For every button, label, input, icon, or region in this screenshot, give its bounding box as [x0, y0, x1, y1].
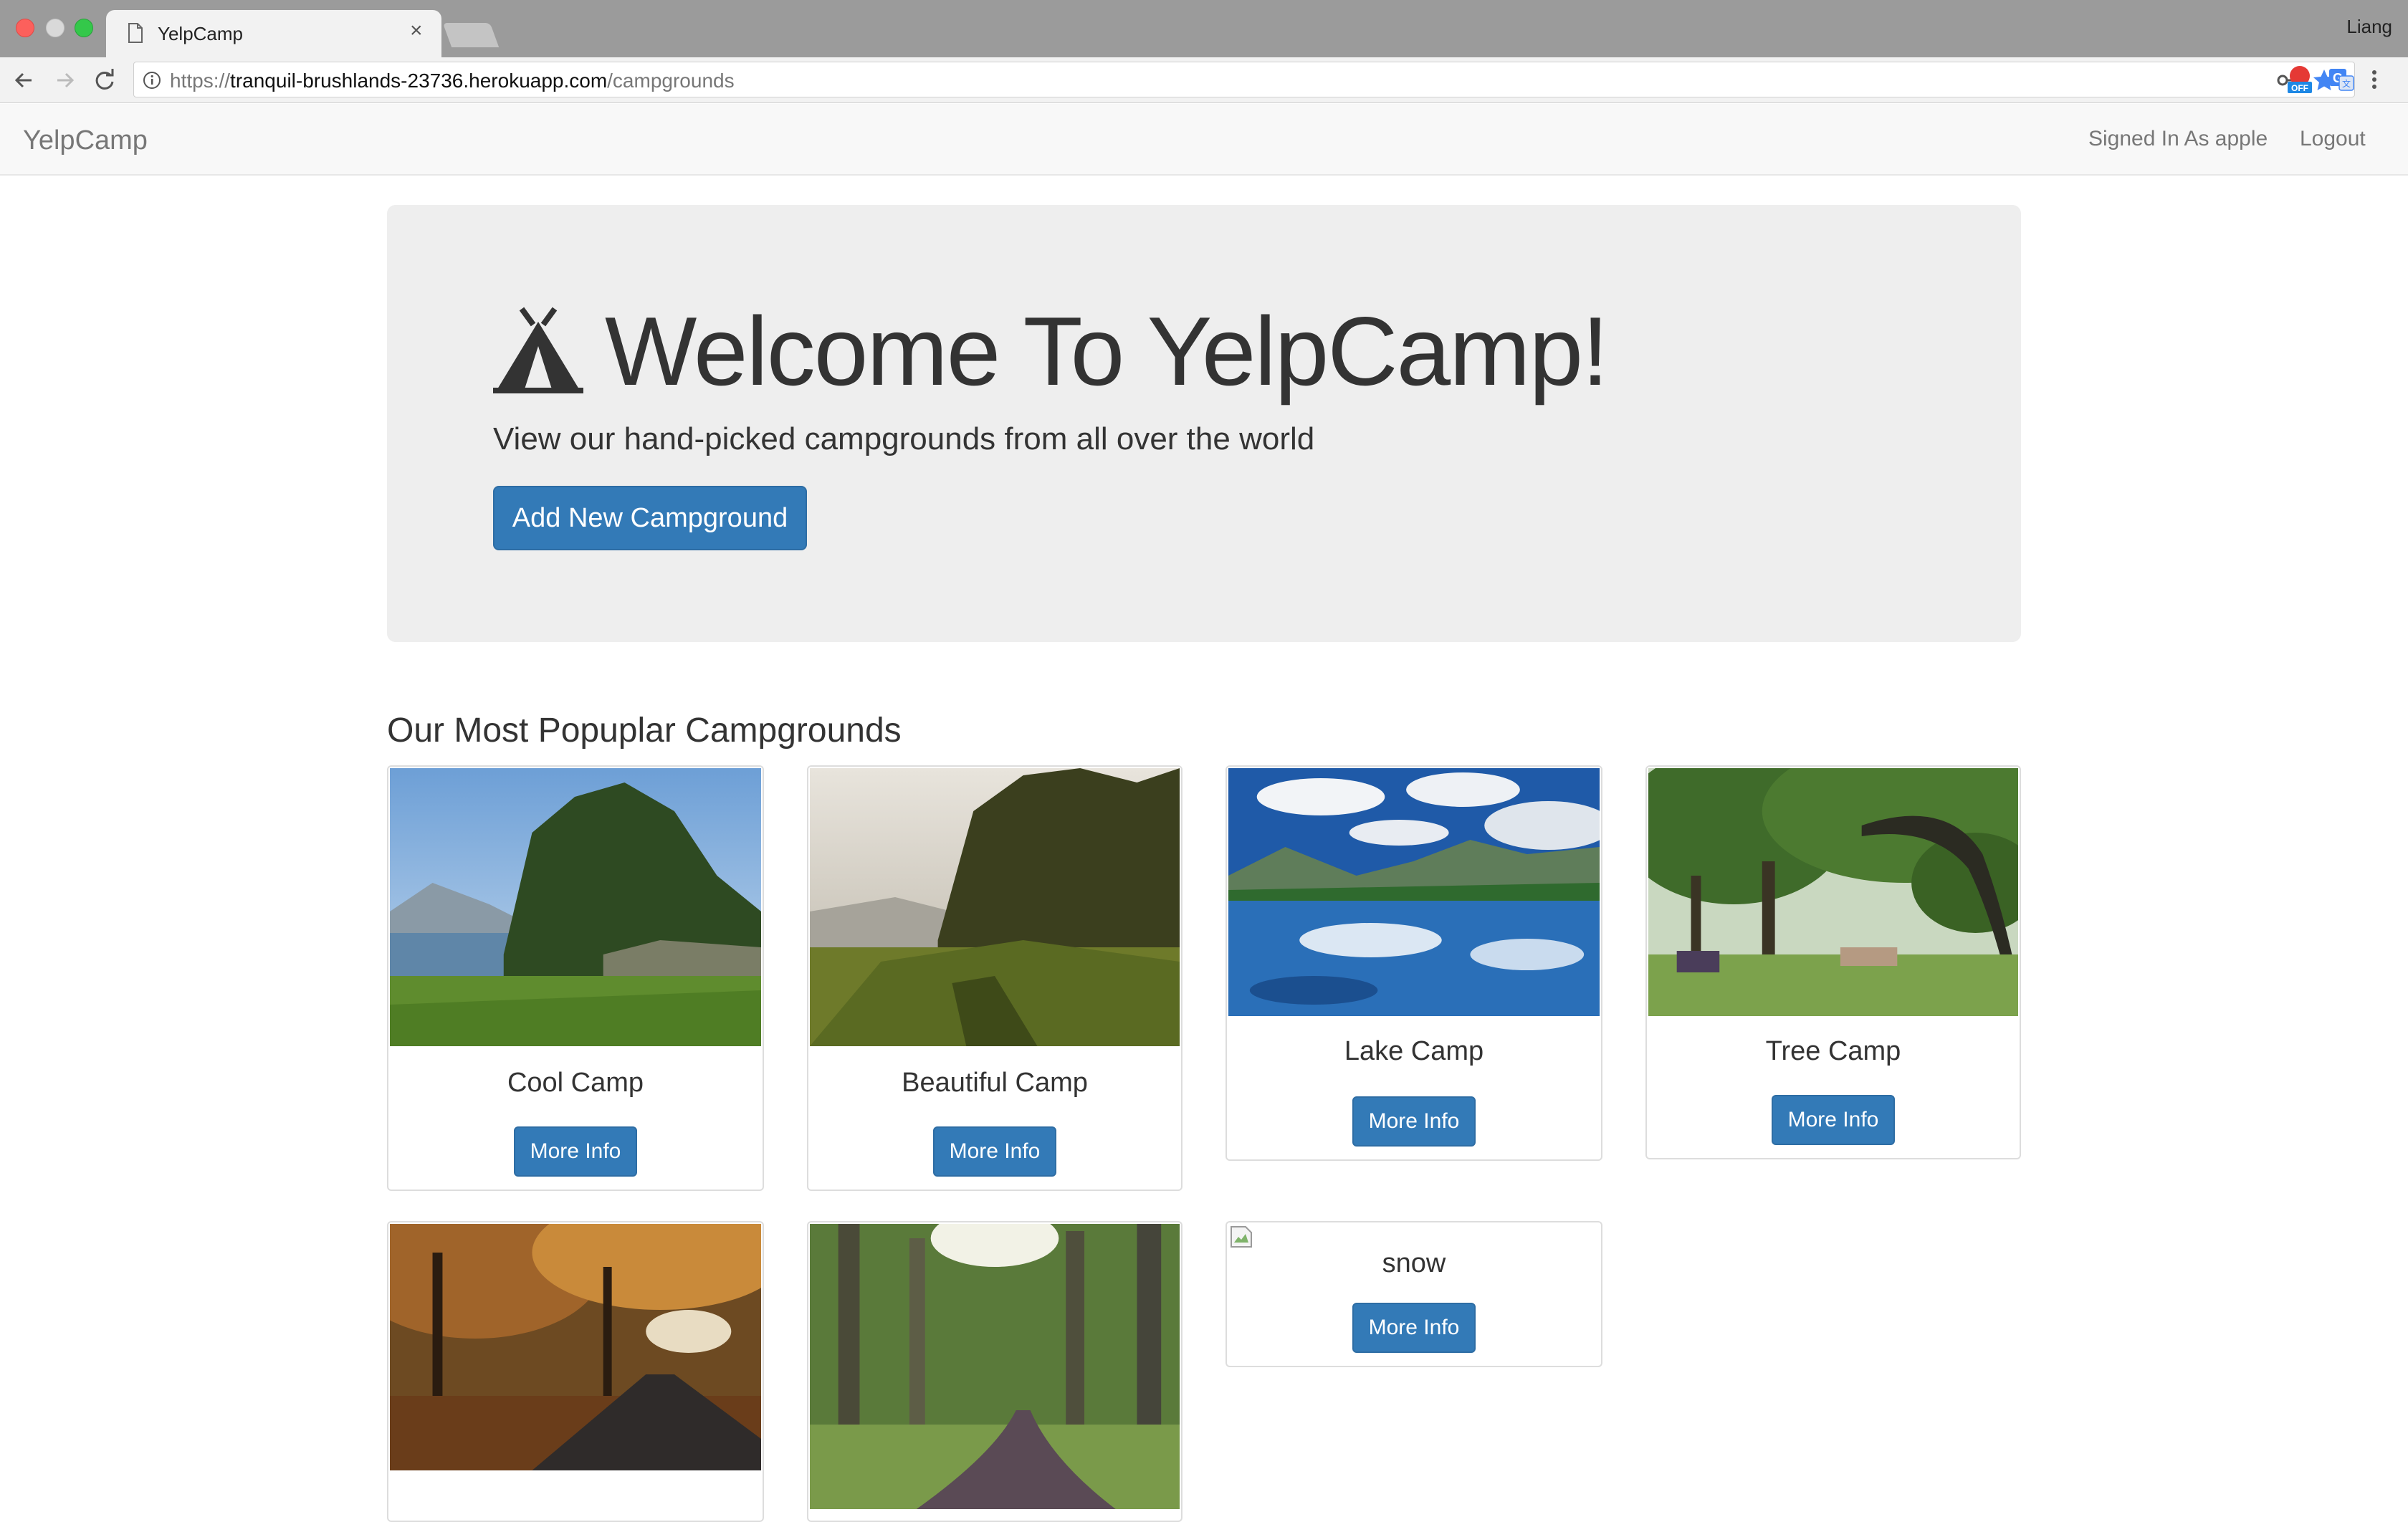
campground-card: Cool Camp More Info [387, 765, 764, 1191]
browser-tabstrip: YelpCamp × Liang [0, 0, 2408, 57]
translate-icon[interactable]: G 文 [2325, 63, 2358, 96]
mountain-lake-photo [1228, 768, 1600, 1016]
campground-card: Beautiful Camp More Info [807, 765, 1182, 1191]
section-title: Our Most Popuplar Campgrounds [387, 712, 902, 750]
arrow-right-icon [57, 72, 75, 88]
broken-image-icon [1231, 1226, 1252, 1248]
oak-trees-photo [1648, 768, 2018, 1016]
jumbotron-heading: Welcome To YelpCamp! [493, 294, 1609, 408]
document-icon [128, 23, 143, 43]
maximize-window-button[interactable] [75, 19, 93, 37]
jumbotron-subtitle: View our hand-picked campgrounds from al… [493, 421, 1315, 456]
address-bar[interactable]: https://tranquil-brushlands-23736.heroku… [133, 62, 2355, 97]
campground-name: Beautiful Camp [902, 1068, 1088, 1098]
tab-title: YelpCamp [158, 23, 244, 44]
url-text: https://tranquil-brushlands-23736.heroku… [170, 70, 735, 92]
minimize-window-button[interactable] [46, 19, 64, 37]
campground-name: Cool Camp [507, 1068, 644, 1098]
more-info-button[interactable]: More Info [514, 1126, 637, 1177]
close-window-button[interactable] [16, 19, 34, 37]
jumbotron: Welcome To YelpCamp! View our hand-picke… [387, 205, 2021, 642]
campground-card: Lake Camp More Info [1226, 765, 1602, 1161]
more-info-button[interactable]: More Info [1352, 1303, 1476, 1353]
menu-kebab-icon[interactable] [2364, 63, 2385, 96]
more-info-button[interactable]: More Info [1352, 1096, 1476, 1147]
page-title: Welcome To YelpCamp! [605, 297, 1609, 406]
url-path: /campgrounds [607, 70, 735, 92]
reload-icon [95, 69, 114, 90]
tent-icon [493, 307, 583, 393]
campground-name: Lake Camp [1344, 1036, 1484, 1066]
forest-path-photo [810, 1224, 1180, 1509]
svg-text:文: 文 [2342, 78, 2351, 89]
url-scheme: https:// [170, 70, 231, 92]
url-host: tranquil-brushlands-23736.herokuapp.com [230, 70, 608, 92]
campground-name: snow [1382, 1248, 1446, 1278]
campground-card: snow More Info [1226, 1221, 1602, 1367]
info-icon[interactable] [143, 71, 161, 90]
reload-button[interactable] [90, 66, 119, 95]
back-button[interactable] [10, 66, 39, 95]
svg-text:OFF: OFF [2291, 83, 2308, 93]
tab-close-icon[interactable]: × [410, 19, 423, 42]
more-info-button[interactable]: More Info [1772, 1095, 1895, 1145]
profile-name[interactable]: Liang [2346, 16, 2392, 38]
browser-tab-active[interactable]: YelpCamp × [106, 10, 441, 57]
signed-in-link[interactable]: Signed In As apple [2088, 127, 2268, 151]
coast-forest-photo [390, 768, 761, 1046]
logout-link[interactable]: Logout [2300, 127, 2366, 151]
forward-button[interactable] [50, 66, 79, 95]
more-info-button[interactable]: More Info [933, 1126, 1056, 1177]
browser-toolbar: https://tranquil-brushlands-23736.heroku… [0, 57, 2408, 103]
arrow-left-icon [14, 72, 32, 88]
campground-name: Tree Camp [1765, 1036, 1901, 1066]
add-campground-button[interactable]: Add New Campground [493, 486, 807, 550]
campground-card [807, 1221, 1182, 1522]
meadow-forest-photo [810, 768, 1180, 1046]
campground-card [387, 1221, 764, 1522]
autumn-road-photo [390, 1224, 761, 1470]
new-tab-button[interactable] [442, 23, 500, 47]
brand-link[interactable]: YelpCamp [23, 125, 148, 156]
campground-card: Tree Camp More Info [1645, 765, 2021, 1159]
adblock-off-icon[interactable]: OFF [2283, 63, 2316, 96]
site-navbar: YelpCamp Signed In As apple Logout [0, 104, 2408, 176]
